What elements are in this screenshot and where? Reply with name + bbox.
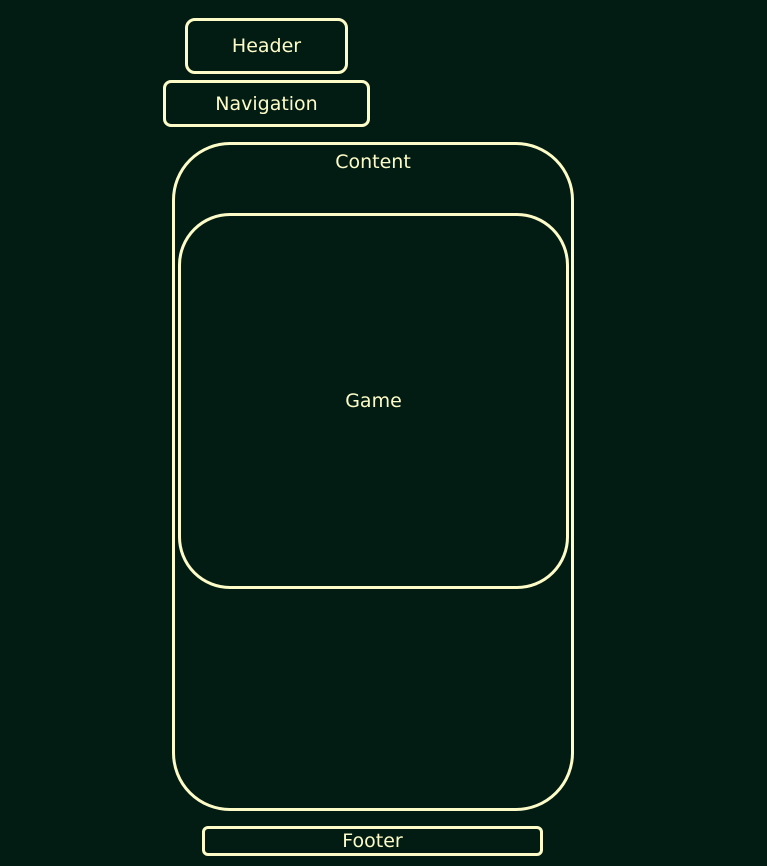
header-label: Header	[231, 35, 302, 57]
navigation-label: Navigation	[215, 92, 318, 115]
navigation-box: Navigation	[163, 80, 370, 127]
game-box: Game	[178, 213, 569, 589]
game-label: Game	[345, 390, 402, 412]
footer-label: Footer	[342, 830, 403, 852]
header-box: Header	[185, 18, 348, 74]
footer-box: Footer	[202, 826, 543, 856]
content-label: Content	[335, 151, 411, 173]
layout-diagram: Header Navigation Content Game Footer	[0, 0, 767, 866]
